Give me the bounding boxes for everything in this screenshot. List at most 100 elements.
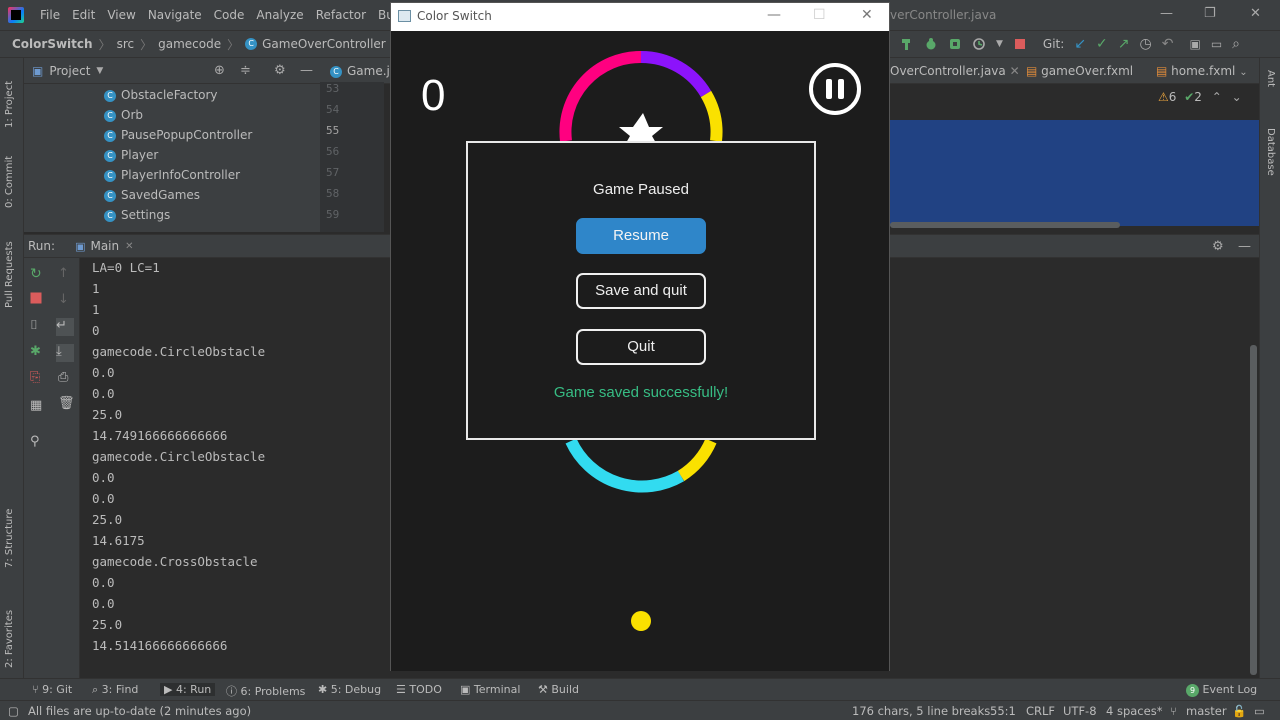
tab-run[interactable]: ▶ 4: Run (160, 683, 216, 696)
history-icon[interactable]: ◷ (1140, 36, 1152, 52)
trash-icon[interactable]: 🗑 (58, 396, 75, 411)
run-tab-main[interactable]: Main (90, 239, 119, 253)
rollback-icon[interactable]: ↶ (1162, 36, 1174, 52)
tab-gameover-fxml[interactable]: ▤ gameOver.fxml (1026, 64, 1133, 78)
project-structure-icon[interactable]: ▣ (1189, 37, 1200, 51)
chevron-down-icon[interactable]: ▼ (96, 66, 103, 76)
dropdown-arrow-icon[interactable]: ▼ (996, 39, 1003, 49)
tree-item-settings[interactable]: C Settings (104, 208, 170, 222)
scroll-to-end-icon[interactable]: ⤓ (56, 344, 74, 362)
quit-button[interactable]: Quit (576, 329, 706, 365)
collapse-all-icon[interactable]: ≑ (240, 63, 251, 78)
tab-project-vertical[interactable]: 1: Project (4, 81, 15, 128)
chevron-down-icon[interactable]: ⌄ (1232, 90, 1242, 104)
hide-panel-icon[interactable]: — (300, 63, 313, 78)
tree-item-pausepopupcontroller[interactable]: C PausePopupController (104, 128, 252, 142)
project-title[interactable]: Project (49, 64, 90, 78)
chevron-up-icon[interactable]: ⌃ (1212, 90, 1222, 104)
tree-item-player[interactable]: C Player (104, 148, 158, 162)
hammer-icon[interactable] (900, 37, 914, 51)
layout-icon[interactable]: ▦ (30, 398, 44, 413)
debug-icon[interactable]: ✱ (30, 344, 44, 359)
tab-gameovercontroller-java[interactable]: OverController.java ✕ (890, 64, 1020, 78)
tab-ant-vertical[interactable]: Ant (1265, 70, 1276, 87)
tab-structure-vertical[interactable]: 7: Structure (4, 509, 15, 568)
pin-icon[interactable]: ⚲ (30, 434, 44, 449)
debug-icon[interactable] (924, 37, 938, 51)
tab-build[interactable]: ⚒ Build (538, 683, 579, 696)
console-scrollbar[interactable] (1250, 345, 1257, 675)
status-line-separator[interactable]: CRLF (1026, 704, 1055, 718)
minimize-icon[interactable]: — (1160, 6, 1173, 21)
locate-icon[interactable]: ⊕ (214, 63, 225, 78)
tree-item-obstaclefactory[interactable]: C ObstacleFactory (104, 88, 218, 102)
editor-horizontal-scrollbar[interactable] (890, 222, 1120, 228)
tab-favorites-vertical[interactable]: 2: Favorites (4, 610, 15, 668)
lock-icon[interactable]: 🔓 (1232, 704, 1246, 718)
restore-icon[interactable]: ❐ (1204, 6, 1216, 21)
tab-database-vertical[interactable]: Database (1265, 128, 1276, 176)
menu-navigate[interactable]: Navigate (142, 8, 208, 22)
save-and-quit-button[interactable]: Save and quit (576, 273, 706, 309)
close-icon[interactable]: ✕ (1250, 6, 1261, 21)
menu-view[interactable]: View (101, 8, 141, 22)
soft-wrap-icon[interactable]: ↵ (56, 318, 74, 336)
arrow-down-icon[interactable]: ↓ (58, 292, 72, 307)
tree-item-savedgames[interactable]: C SavedGames (104, 188, 200, 202)
tab-find[interactable]: ⌕ 3: Find (92, 683, 138, 697)
git-push-icon[interactable]: ↗ (1118, 36, 1130, 52)
breadcrumb-gamecode[interactable]: gamecode (158, 37, 221, 51)
game-canvas[interactable]: 0 Game Paused Resume Save and quit Quit … (391, 31, 889, 671)
stop-icon[interactable] (30, 292, 44, 306)
inspection-widget[interactable]: ⚠6 ✔2 ⌃ ⌄ (1158, 90, 1242, 104)
resume-button[interactable]: Resume (576, 218, 706, 254)
tab-problems[interactable]: ⓘ 6: Problems (226, 683, 305, 699)
stop-icon[interactable] (1013, 37, 1027, 51)
profile-icon[interactable] (972, 37, 986, 51)
tab-event-log[interactable]: 9 Event Log (1186, 683, 1257, 697)
git-commit-icon[interactable]: ✓ (1096, 36, 1108, 52)
tab-game-java[interactable]: C Game.ja (330, 64, 397, 78)
tab-pull-requests-vertical[interactable]: Pull Requests (4, 241, 15, 308)
status-indent[interactable]: 4 spaces* (1106, 704, 1162, 718)
menu-analyze[interactable]: Analyze (250, 8, 309, 22)
tab-commit-vertical[interactable]: 0: Commit (4, 156, 15, 208)
menu-edit[interactable]: Edit (66, 8, 101, 22)
memory-icon[interactable]: ▭ (1254, 704, 1265, 718)
gear-icon[interactable]: ⚙ (1212, 239, 1224, 254)
tab-debug[interactable]: ✱ 5: Debug (318, 683, 381, 696)
menu-code[interactable]: Code (208, 8, 251, 22)
hide-panel-icon[interactable]: — (1238, 239, 1251, 254)
status-position[interactable]: 55:1 (990, 704, 1016, 718)
breadcrumb-project[interactable]: ColorSwitch (12, 37, 93, 51)
arrow-up-icon[interactable]: ↑ (58, 266, 72, 281)
tab-terminal[interactable]: ▣ Terminal (460, 683, 520, 696)
tab-home-fxml[interactable]: ▤ home.fxml ⌄ (1156, 64, 1248, 78)
maximize-icon[interactable]: ☐ (813, 7, 826, 23)
menu-file[interactable]: File (34, 8, 66, 22)
status-square-icon[interactable]: ▢ (8, 704, 19, 718)
print-icon[interactable]: ⎙ (58, 370, 72, 385)
breadcrumb-src[interactable]: src (117, 37, 135, 51)
close-tab-icon[interactable]: ✕ (125, 241, 133, 252)
presentation-icon[interactable]: ▭ (1211, 37, 1222, 51)
camera-icon[interactable]: ⌷ (30, 318, 44, 333)
breadcrumb-class[interactable]: GameOverController (262, 37, 386, 51)
git-update-icon[interactable]: ↙ (1074, 36, 1086, 52)
tab-git[interactable]: ⑂ 9: Git (32, 683, 72, 696)
close-tab-icon[interactable]: ✕ (1010, 64, 1020, 78)
tab-todo[interactable]: ☰ TODO (396, 683, 442, 696)
coverage-icon[interactable] (948, 37, 962, 51)
status-encoding[interactable]: UTF-8 (1063, 704, 1097, 718)
tree-item-playerinfocontroller[interactable]: C PlayerInfoController (104, 168, 240, 182)
status-branch[interactable]: master (1186, 704, 1227, 718)
gear-icon[interactable]: ⚙ (274, 63, 286, 78)
menu-refactor[interactable]: Refactor (310, 8, 372, 22)
exit-icon[interactable]: ⎘ (30, 370, 44, 385)
rerun-icon[interactable]: ↻ (30, 266, 44, 282)
search-icon[interactable]: ⌕ (1232, 36, 1240, 52)
close-icon[interactable]: ✕ (861, 7, 873, 23)
tree-item-orb[interactable]: C Orb (104, 108, 143, 122)
minimize-icon[interactable]: — (767, 7, 781, 23)
chevron-down-icon[interactable]: ⌄ (1239, 67, 1247, 78)
